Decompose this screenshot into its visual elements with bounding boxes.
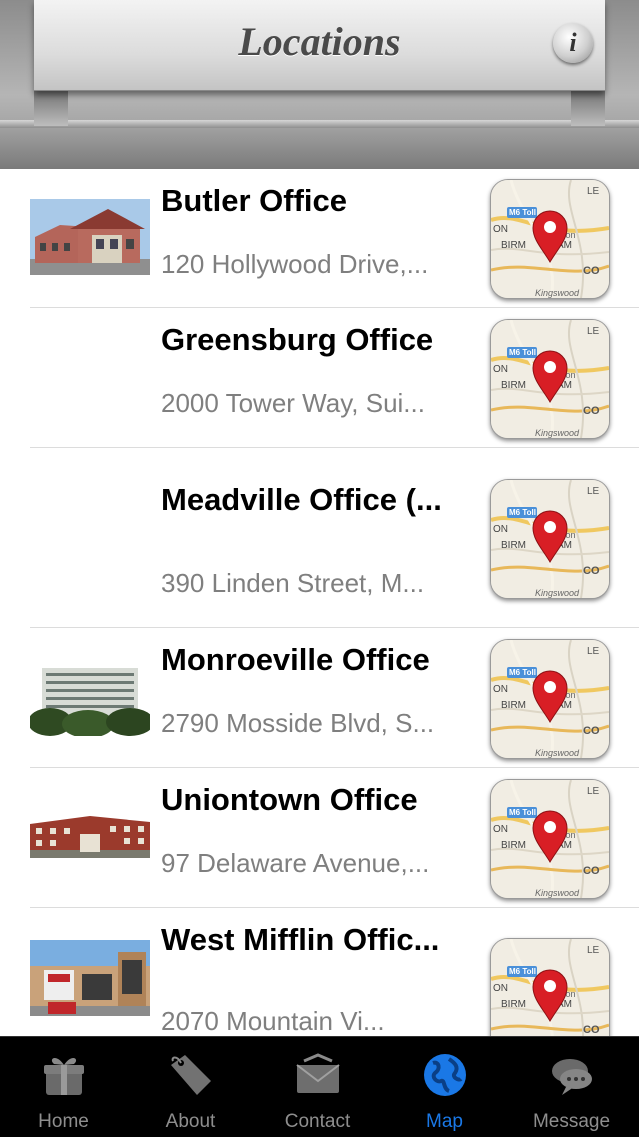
svg-text:BIRM: BIRM (501, 700, 526, 711)
svg-text:LE: LE (587, 326, 600, 337)
tab-about[interactable]: About (127, 1037, 254, 1137)
gift-box-icon (44, 1057, 84, 1095)
svg-text:CO: CO (583, 405, 600, 417)
map-pin-icon[interactable]: M6 TollLEONNuntonBIRMAMCOKingswood (490, 479, 610, 599)
svg-text:ON: ON (493, 824, 508, 835)
svg-text:CO: CO (583, 725, 600, 737)
header-ledge (0, 120, 639, 128)
globe-icon (424, 1054, 466, 1096)
list-item-butler-office[interactable]: Butler Office 120 Hollywood Drive,... M6… (0, 169, 639, 308)
svg-text:ON: ON (493, 983, 508, 994)
monroeville-office-photo (30, 664, 150, 736)
svg-text:BIRM: BIRM (501, 380, 526, 391)
svg-text:LE: LE (587, 945, 600, 956)
svg-text:Kingswood: Kingswood (535, 428, 580, 438)
office-name: West Mifflin Offic... (161, 922, 440, 957)
list-item-west-mifflin-office[interactable]: West Mifflin Offic... 2070 Mountain Vi..… (0, 908, 639, 1036)
svg-text:Kingswood: Kingswood (535, 288, 580, 298)
svg-text:Kingswood: Kingswood (535, 888, 580, 898)
svg-text:LE: LE (587, 646, 600, 657)
tab-map[interactable]: Map (381, 1037, 508, 1137)
svg-text:ON: ON (493, 224, 508, 235)
svg-text:BIRM: BIRM (501, 840, 526, 851)
svg-text:M6 Toll: M6 Toll (509, 668, 536, 677)
svg-text:BIRM: BIRM (501, 240, 526, 251)
butler-office-photo (30, 199, 150, 275)
west-mifflin-office-photo (30, 940, 150, 1016)
svg-text:CO: CO (583, 1024, 600, 1036)
office-name: Monroeville Office (161, 642, 430, 677)
svg-text:ON: ON (493, 364, 508, 375)
info-icon[interactable]: i (553, 23, 593, 63)
svg-text:ON: ON (493, 524, 508, 535)
office-name: Meadville Office (... (161, 482, 442, 517)
tab-contact[interactable]: Contact (254, 1037, 381, 1137)
svg-text:BIRM: BIRM (501, 999, 526, 1010)
list-item-uniontown-office[interactable]: Uniontown Office 97 Delaware Avenue,... … (0, 768, 639, 908)
page-title: Locations (238, 19, 401, 64)
tab-bar: Home About Contact Map Message (0, 1036, 639, 1137)
svg-text:M6 Toll: M6 Toll (509, 208, 536, 217)
svg-text:M6 Toll: M6 Toll (509, 808, 536, 817)
header-post-left (34, 88, 68, 126)
svg-text:CO: CO (583, 565, 600, 577)
svg-text:CO: CO (583, 865, 600, 877)
svg-text:Kingswood: Kingswood (535, 588, 580, 598)
office-address: 390 Linden Street, M... (161, 568, 425, 598)
chat-bubbles-icon (552, 1059, 592, 1095)
map-pin-icon[interactable]: M6 TollLEONNuntonBIRMAMCOKingswood (490, 639, 610, 759)
tab-message[interactable]: Message (508, 1037, 635, 1137)
svg-text:CO: CO (583, 265, 600, 277)
svg-text:M6 Toll: M6 Toll (509, 348, 536, 357)
office-address: 2790 Mosside Blvd, S... (161, 708, 435, 738)
map-pin-icon[interactable]: M6 TollLEONNuntonBIRMAMCOKingswood (490, 319, 610, 439)
list-item-meadville-office[interactable]: Meadville Office (... 390 Linden Street,… (0, 448, 639, 628)
office-address: 97 Delaware Avenue,... (161, 848, 430, 878)
tab-label: About (165, 1111, 216, 1132)
office-address: 120 Hollywood Drive,... (161, 249, 429, 279)
svg-text:BIRM: BIRM (501, 540, 526, 551)
office-address: 2000 Tower Way, Sui... (161, 388, 425, 418)
svg-text:Kingswood: Kingswood (535, 748, 580, 758)
svg-text:M6 Toll: M6 Toll (509, 508, 536, 517)
map-pin-icon[interactable]: M6 TollLEONNuntonBIRMAMCOKingswood (490, 179, 610, 299)
locations-list[interactable]: Butler Office 120 Hollywood Drive,... M6… (0, 169, 639, 1036)
office-name: Greensburg Office (161, 322, 434, 357)
office-name: Butler Office (161, 183, 348, 218)
tab-label: Contact (284, 1111, 351, 1132)
list-item-monroeville-office[interactable]: Monroeville Office 2790 Mosside Blvd, S.… (0, 628, 639, 768)
tag-icon (171, 1055, 211, 1095)
svg-text:M6 Toll: M6 Toll (509, 967, 536, 976)
office-name: Uniontown Office (161, 782, 418, 817)
svg-text:LE: LE (587, 786, 600, 797)
svg-text:LE: LE (587, 486, 600, 497)
tab-label: Home (38, 1111, 89, 1132)
tab-label: Message (532, 1111, 611, 1132)
map-pin-icon[interactable]: M6 TollLEONNuntonBIRMAMCOKingswood (490, 938, 610, 1036)
tab-label: Map (426, 1111, 463, 1132)
list-item-greensburg-office[interactable]: Greensburg Office 2000 Tower Way, Sui...… (0, 308, 639, 448)
navigation-header: Locations i (0, 0, 639, 169)
svg-text:LE: LE (587, 186, 600, 197)
office-address: 2070 Mountain Vi... (161, 1006, 385, 1036)
header-post-right (571, 88, 605, 126)
uniontown-office-photo (30, 812, 150, 858)
svg-text:ON: ON (493, 684, 508, 695)
tab-home[interactable]: Home (0, 1037, 127, 1137)
map-pin-icon[interactable]: M6 TollLEONNuntonBIRMAMCOKingswood (490, 779, 610, 899)
envelope-icon (296, 1053, 340, 1093)
